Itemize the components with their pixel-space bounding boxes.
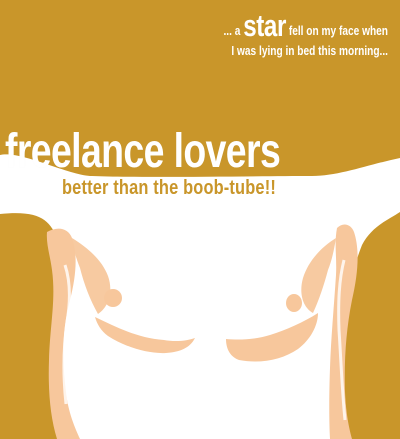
- poster-title: freelance lovers: [5, 125, 281, 178]
- tagline-suffix: fell on my face when: [288, 23, 388, 38]
- tagline-line-1: ... a star fell on my face when: [193, 8, 388, 43]
- poster: ... a star fell on my face when I was ly…: [0, 0, 400, 439]
- illustration: [0, 0, 400, 439]
- right-nipple: [286, 294, 302, 312]
- tagline-line-2: I was lying in bed this morning...: [231, 42, 388, 58]
- tagline-prefix: ... a: [223, 23, 241, 38]
- tagline: ... a star fell on my face when I was ly…: [193, 8, 388, 58]
- tagline-emphasis-word: star: [243, 8, 286, 43]
- poster-subtitle: better than the boob-tube!!: [62, 177, 276, 199]
- left-nipple: [104, 289, 122, 307]
